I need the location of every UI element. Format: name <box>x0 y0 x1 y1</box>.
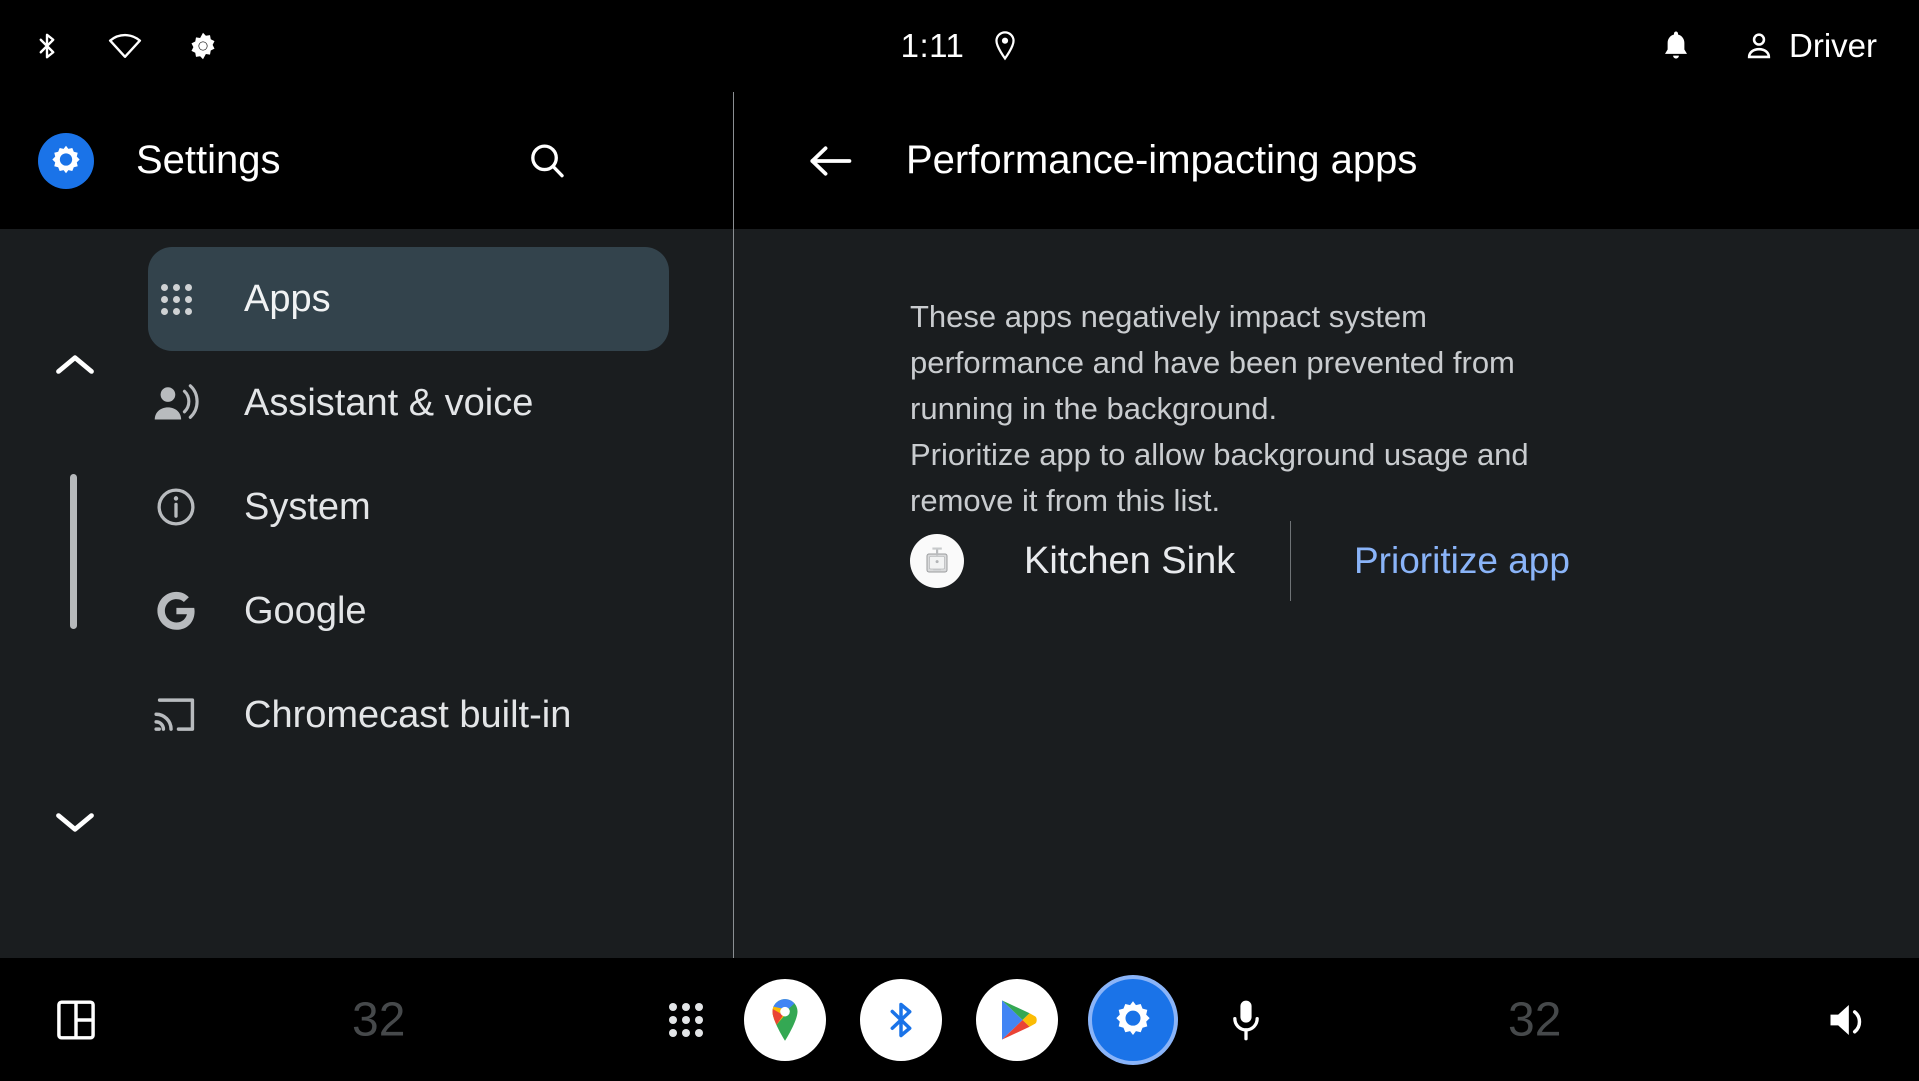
dot-grid-shape <box>160 283 192 315</box>
detail-content: These apps negatively impact system perf… <box>734 229 1919 958</box>
status-bar-right: Driver <box>1661 0 1919 92</box>
sidebar-item-system[interactable]: System <box>148 455 669 559</box>
description-line: performance and have been prevented from <box>910 345 1515 380</box>
description-text: These apps negatively impact system perf… <box>910 294 1610 524</box>
sidebar-header: Settings <box>0 92 733 229</box>
detail-header: Performance-impacting apps <box>734 92 1919 229</box>
taskbar-app-shortcuts <box>744 978 1174 1061</box>
detail-pane: Performance-impacting apps These apps ne… <box>734 92 1919 958</box>
description-line: These apps negatively impact system <box>910 299 1427 334</box>
play-store-icon[interactable] <box>976 978 1058 1061</box>
back-arrow-icon[interactable] <box>802 133 858 189</box>
status-bar-center: 1:11 <box>0 0 1919 92</box>
user-name-label: Driver <box>1789 27 1877 64</box>
cast-icon <box>148 694 204 736</box>
settings-gear-app-icon[interactable] <box>1092 978 1174 1061</box>
google-g-icon <box>148 588 204 634</box>
split-screen-icon[interactable] <box>52 996 100 1044</box>
assistant-voice-icon <box>148 381 204 425</box>
volume-icon[interactable] <box>1821 994 1873 1046</box>
dot-grid-shape <box>669 1002 703 1037</box>
info-circle-icon <box>148 485 204 529</box>
microphone-icon[interactable] <box>1222 996 1270 1044</box>
sidebar-title: Settings <box>136 138 281 182</box>
taskbar: 32 32 <box>0 958 1919 1081</box>
row-divider <box>1290 521 1291 601</box>
kitchen-sink-app-icon <box>910 534 964 588</box>
sidebar-item-chromecast[interactable]: Chromecast built-in <box>148 663 669 767</box>
main-content-area: Settings Apps Assistant & voice System G… <box>0 92 1919 958</box>
sidebar-item-label: Google <box>244 589 367 632</box>
clock: 1:11 <box>900 27 965 64</box>
page-title: Performance-impacting apps <box>906 138 1418 182</box>
apps-grid-icon <box>148 283 204 315</box>
user-profile-button[interactable]: Driver <box>1743 27 1877 65</box>
prioritize-app-button[interactable]: Prioritize app <box>1354 540 1570 582</box>
sidebar-item-label: Chromecast built-in <box>244 693 572 736</box>
settings-sidebar: Settings Apps Assistant & voice System G… <box>0 92 733 958</box>
bluetooth-app-icon[interactable] <box>860 978 942 1061</box>
sidebar-scroll-area: Apps Assistant & voice System Google Chr… <box>0 229 733 958</box>
temperature-left[interactable]: 32 <box>352 992 405 1047</box>
notification-bell-icon[interactable] <box>1661 29 1691 63</box>
settings-gear-icon <box>38 132 94 189</box>
sidebar-item-label: Apps <box>244 277 331 320</box>
sidebar-item-list: Apps Assistant & voice System Google Chr… <box>0 229 733 767</box>
description-line: Prioritize app to allow background usage… <box>910 437 1529 472</box>
app-name-label: Kitchen Sink <box>1024 539 1236 582</box>
sidebar-item-label: Assistant & voice <box>244 381 534 424</box>
sidebar-item-apps[interactable]: Apps <box>148 247 669 351</box>
description-line: running in the background. <box>910 391 1278 426</box>
car-settings-screen: 1:11 Driver Settings Apps Assistant & vo… <box>0 0 1919 1081</box>
google-maps-icon[interactable] <box>744 978 826 1061</box>
app-list-item-kitchen-sink: Kitchen Sink Prioritize app <box>910 509 1830 613</box>
sidebar-item-google[interactable]: Google <box>148 559 669 663</box>
sidebar-item-label: System <box>244 485 371 528</box>
temperature-right[interactable]: 32 <box>1508 992 1561 1047</box>
location-pin-icon <box>992 30 1018 62</box>
search-icon[interactable] <box>519 133 575 189</box>
sidebar-item-assistant-voice[interactable]: Assistant & voice <box>148 351 669 455</box>
person-icon <box>1743 30 1775 62</box>
app-grid-icon[interactable] <box>664 998 708 1042</box>
status-bar: 1:11 Driver <box>0 0 1919 92</box>
